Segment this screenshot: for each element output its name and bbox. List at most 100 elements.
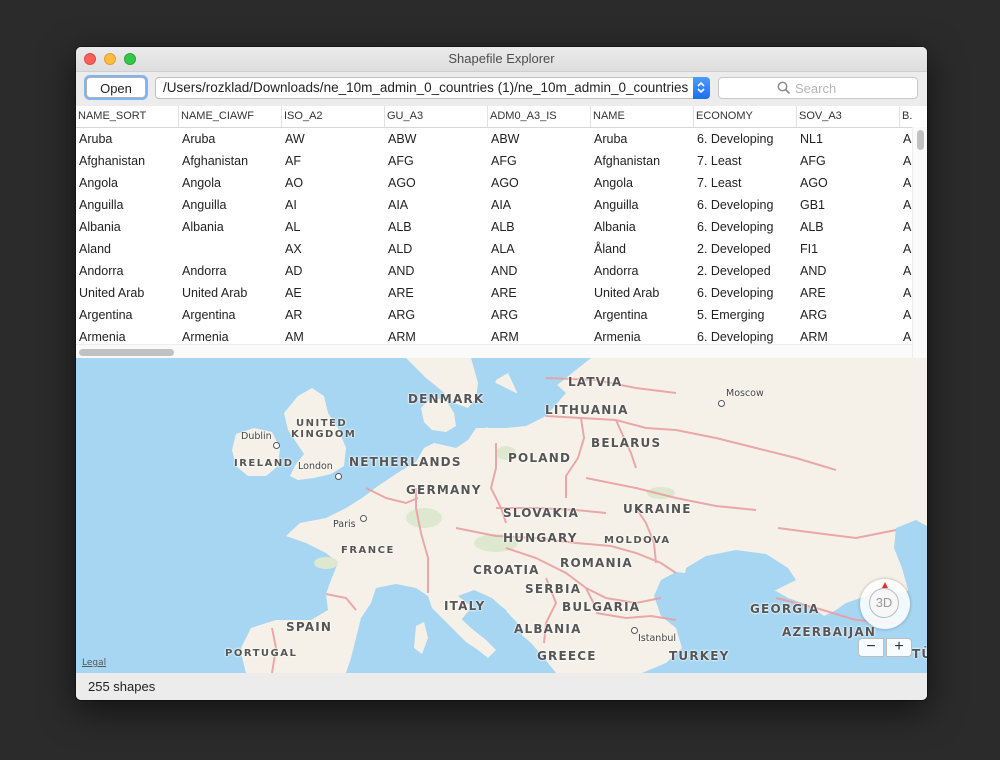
table-row[interactable]: Afghanistan Afghanistan AF AFG AFG Afghanista… — [76, 150, 912, 172]
map-city-paris: Paris — [333, 519, 356, 530]
window-title: Shapefile Explorer — [448, 51, 555, 66]
zoom-in-button[interactable]: + — [886, 638, 912, 657]
table-row[interactable]: United Arab United Arab AE ARE ARE United Ara… — [76, 282, 912, 304]
table-cell: Albania — [182, 220, 224, 234]
map-city-istanbul: Istanbul — [638, 633, 677, 644]
map-label-azerbaijan: AZERBAIJAN — [782, 625, 877, 639]
table-row[interactable]: Andorra Andorra AD AND AND Andorra 2. Develope… — [76, 260, 912, 282]
select-arrows-icon[interactable] — [693, 77, 710, 99]
table-row[interactable]: Aland AX ALD ALA Åland 2. Developed FI1 A — [76, 238, 912, 260]
search-field[interactable] — [718, 77, 918, 99]
table-cell: AO — [285, 176, 304, 190]
column-header[interactable]: NAME_CIAWF — [179, 106, 282, 127]
horizontal-scrollbar[interactable] — [76, 344, 912, 358]
table-cell: Albania — [594, 220, 636, 234]
map-city-marker — [718, 400, 725, 407]
search-input[interactable] — [795, 79, 905, 97]
table-row[interactable]: Aruba Aruba AW ABW ABW Aruba 6. Developing NL1 A — [76, 128, 912, 150]
path-select[interactable]: /Users/rozklad/Downloads/ne_10m_admin_0_… — [155, 77, 710, 99]
vertical-scroll-thumb[interactable] — [917, 130, 924, 150]
table-cell: United Arab — [594, 286, 660, 300]
table-cell: AI — [285, 198, 297, 212]
map-label-germany: GERMANY — [406, 483, 482, 497]
attribute-table[interactable]: NAME_SORT NAME_CIAWF ISO_A2 GU_A3 ADM0_A… — [76, 106, 927, 358]
table-cell: Argentina — [79, 308, 133, 322]
map-city-marker — [273, 442, 280, 449]
table-cell: FI1 — [800, 242, 819, 256]
column-header[interactable]: NAME — [591, 106, 694, 127]
zoom-out-button[interactable]: − — [858, 638, 884, 657]
table-cell: Angola — [79, 176, 118, 190]
table-cell: Aruba — [182, 132, 216, 146]
table-row[interactable]: Anguilla Anguilla AI AIA AIA Anguilla 6. Devel… — [76, 194, 912, 216]
column-header[interactable]: ECONOMY — [694, 106, 797, 127]
table-cell: AD — [285, 264, 303, 278]
open-button[interactable]: Open — [86, 77, 146, 98]
table-cell: NL1 — [800, 132, 823, 146]
map-label-croatia: CROATIA — [473, 563, 540, 577]
map-label-italy: ITALY — [444, 599, 486, 613]
table-cell: AX — [285, 242, 302, 256]
map-label-united-kingdom-line2: KINGDOM — [291, 429, 357, 440]
table-cell: Andorra — [182, 264, 227, 278]
map-label-slovakia: SLOVAKIA — [503, 506, 580, 520]
map-city-marker — [631, 627, 638, 634]
3d-toggle[interactable]: 3D — [869, 588, 899, 618]
title-bar[interactable]: Shapefile Explorer — [76, 47, 927, 72]
path-value: /Users/rozklad/Downloads/ne_10m_admin_0_… — [163, 80, 688, 95]
table-cell: AND — [388, 264, 415, 278]
table-body: Aruba Aruba AW ABW ABW Aruba 6. Developing NL1 A… — [76, 128, 912, 348]
map-label-georgia: GEORGIA — [750, 602, 820, 616]
table-cell: Afghanistan — [594, 154, 661, 168]
table-row[interactable]: Albania Albania AL ALB ALB Albania 6. Developi… — [76, 216, 912, 238]
horizontal-scroll-thumb[interactable] — [79, 349, 174, 356]
map-label-france: FRANCE — [341, 545, 395, 556]
map-label-united-kingdom-line1: UNITED — [296, 418, 348, 429]
map-label-albania: ALBANIA — [514, 622, 582, 636]
map-view[interactable]: LATVIA DENMARK LITHUANIA Moscow UNITED K… — [76, 358, 927, 673]
table-row[interactable]: Angola Angola AO AGO AGO Angola 7. Least AGO A — [76, 172, 912, 194]
column-header[interactable]: SOV_A3 — [797, 106, 900, 127]
table-cell: United Arab — [182, 286, 248, 300]
table-cell: 6. Developing — [697, 132, 774, 146]
map-label-ukraine: UKRAINE — [623, 502, 692, 516]
table-cell: Anguilla — [182, 198, 227, 212]
table-cell: AND — [491, 264, 518, 278]
table-cell: ALD — [388, 242, 413, 256]
shape-count: 255 shapes — [88, 679, 156, 694]
toolbar: Open /Users/rozklad/Downloads/ne_10m_adm… — [76, 72, 927, 105]
map-label-greece: GREECE — [537, 649, 597, 663]
column-header[interactable]: GU_A3 — [385, 106, 488, 127]
search-icon — [777, 81, 791, 95]
table-cell: 6. Developing — [697, 198, 774, 212]
table-cell: AE — [285, 286, 302, 300]
map-label-portugal: PORTUGAL — [225, 648, 298, 659]
table-cell: 2. Developed — [697, 242, 771, 256]
map-city-marker — [335, 473, 342, 480]
map-label-turkmenistan-partial: TÜRKM — [912, 647, 927, 661]
table-row[interactable]: Argentina Argentina AR ARG ARG Argentina 5. Em… — [76, 304, 912, 326]
table-cell: ARG — [800, 308, 828, 322]
column-header[interactable]: ISO_A2 — [282, 106, 385, 127]
table-cell: 7. Least — [697, 176, 742, 190]
table-cell: AL — [285, 220, 301, 234]
compass-button[interactable]: 3D — [860, 579, 910, 629]
status-bar: 255 shapes — [76, 673, 927, 700]
vertical-scrollbar[interactable] — [912, 127, 927, 358]
table-cell: AIA — [388, 198, 409, 212]
column-header[interactable]: B. — [900, 106, 927, 127]
legal-link[interactable]: Legal — [82, 658, 106, 668]
table-cell: GB1 — [800, 198, 826, 212]
table-header: NAME_SORT NAME_CIAWF ISO_A2 GU_A3 ADM0_A… — [76, 106, 927, 128]
column-header[interactable]: NAME_SORT — [76, 106, 179, 127]
map-city-dublin: Dublin — [241, 431, 272, 442]
column-header[interactable]: ADM0_A3_IS — [488, 106, 591, 127]
table-cell: AND — [800, 264, 827, 278]
table-cell: 6. Developing — [697, 220, 774, 234]
table-cell: AGO — [800, 176, 828, 190]
table-cell: Anguilla — [594, 198, 639, 212]
table-cell: ARG — [491, 308, 519, 322]
table-cell: Angola — [182, 176, 221, 190]
map-city-moscow: Moscow — [726, 388, 764, 399]
table-cell: Andorra — [79, 264, 124, 278]
